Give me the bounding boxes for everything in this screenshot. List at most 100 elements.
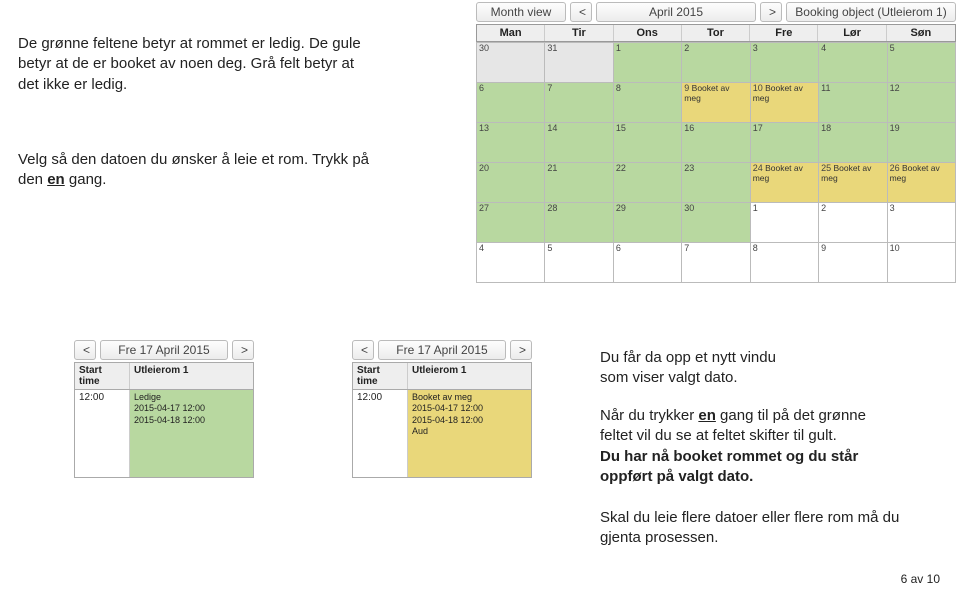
calendar-cell[interactable]: 4: [819, 43, 887, 83]
calendar-cell[interactable]: 12: [888, 83, 956, 123]
slot-booked[interactable]: Booket av meg 2015-04-17 12:00 2015-04-1…: [408, 390, 531, 477]
text: De grønne feltene betyr at rommet er led…: [18, 35, 361, 52]
instruction-2: Velg så den datoen du ønsker å leie et r…: [18, 150, 378, 191]
text: gang til på det grønne: [716, 407, 866, 424]
month-view-button[interactable]: Month view: [476, 2, 566, 22]
calendar-cell: 8: [751, 243, 819, 283]
calendar-cell[interactable]: 28: [545, 203, 613, 243]
next-button[interactable]: >: [760, 2, 782, 22]
calendar-cell[interactable]: 17: [751, 123, 819, 163]
day-number: 21: [547, 163, 557, 173]
day-number: 27: [479, 203, 489, 213]
day-number: 30: [684, 203, 694, 213]
calendar-cell: 30: [477, 43, 545, 83]
slot-start: 2015-04-17 12:00: [134, 403, 249, 414]
calendar-cell[interactable]: 15: [614, 123, 682, 163]
calendar-cell[interactable]: 5: [888, 43, 956, 83]
calendar-cell[interactable]: 18: [819, 123, 887, 163]
calendar-cell[interactable]: 26 Booket av meg: [888, 163, 956, 203]
slot-status: Booket av meg: [412, 392, 527, 403]
weekday-label: Tir: [545, 25, 613, 41]
calendar-cell[interactable]: 19: [888, 123, 956, 163]
day-columns-header: Start time Utleierom 1: [352, 362, 532, 390]
text-underline: en: [698, 407, 716, 424]
next-button[interactable]: >: [510, 340, 532, 360]
calendar-cell[interactable]: 6: [477, 83, 545, 123]
weekday-label: Fre: [750, 25, 818, 41]
day-date-label[interactable]: Fre 17 April 2015: [100, 340, 228, 360]
calendar-cell[interactable]: 14: [545, 123, 613, 163]
calendar-cell[interactable]: 13: [477, 123, 545, 163]
instruction-3: Du får da opp et nytt vindu som viser va…: [600, 348, 930, 389]
day-number: 4: [479, 243, 484, 253]
text: Du får da opp et nytt vindu: [600, 349, 776, 366]
calendar-cell: 10: [888, 243, 956, 283]
prev-button[interactable]: <: [74, 340, 96, 360]
next-button[interactable]: >: [232, 340, 254, 360]
day-number: 25: [821, 163, 831, 173]
calendar-cell[interactable]: 21: [545, 163, 613, 203]
calendar-toolbar: Month view < April 2015 > Booking object…: [476, 2, 956, 22]
day-number: 18: [821, 123, 831, 133]
calendar-grid: 3031123456789 Booket av meg10 Booket av …: [476, 42, 956, 283]
calendar-cell: 3: [888, 203, 956, 243]
calendar-cell[interactable]: 2: [682, 43, 750, 83]
slot-end: 2015-04-18 12:00: [412, 415, 527, 426]
calendar-cell[interactable]: 3: [751, 43, 819, 83]
calendar-cell[interactable]: 10 Booket av meg: [751, 83, 819, 123]
calendar-cell[interactable]: 9 Booket av meg: [682, 83, 750, 123]
day-number: 19: [890, 123, 900, 133]
prev-button[interactable]: <: [570, 2, 592, 22]
text: Når du trykker: [600, 407, 698, 424]
day-number: 30: [479, 43, 489, 53]
day-number: 1: [616, 43, 621, 53]
calendar-cell[interactable]: 29: [614, 203, 682, 243]
text: gang.: [65, 171, 107, 188]
weekday-label: Tor: [682, 25, 750, 41]
calendar-cell[interactable]: 27: [477, 203, 545, 243]
calendar-cell[interactable]: 11: [819, 83, 887, 123]
day-body: 12:00 Booket av meg 2015-04-17 12:00 201…: [352, 390, 532, 478]
calendar-cell[interactable]: 8: [614, 83, 682, 123]
slot-end: 2015-04-18 12:00: [134, 415, 249, 426]
day-number: 8: [753, 243, 758, 253]
calendar-cell[interactable]: 24 Booket av meg: [751, 163, 819, 203]
day-number: 5: [890, 43, 895, 53]
col-start-time: Start time: [75, 363, 130, 389]
slot-available[interactable]: Ledige 2015-04-17 12:00 2015-04-18 12:00: [130, 390, 253, 477]
calendar-cell[interactable]: 22: [614, 163, 682, 203]
calendar-cell[interactable]: 16: [682, 123, 750, 163]
calendar-cell[interactable]: 30: [682, 203, 750, 243]
day-number: 7: [547, 83, 552, 93]
calendar-cell[interactable]: 1: [614, 43, 682, 83]
slot-user: Aud: [412, 426, 527, 437]
col-room: Utleierom 1: [408, 363, 531, 389]
day-number: 7: [684, 243, 689, 253]
day-date-label[interactable]: Fre 17 April 2015: [378, 340, 506, 360]
calendar-cell[interactable]: 25 Booket av meg: [819, 163, 887, 203]
month-label[interactable]: April 2015: [596, 2, 756, 22]
day-number: 9: [821, 243, 826, 253]
slot-status: Ledige: [134, 392, 249, 403]
calendar-cell[interactable]: 23: [682, 163, 750, 203]
calendar-cell: 7: [682, 243, 750, 283]
calendar-cell[interactable]: 20: [477, 163, 545, 203]
weekday-label: Man: [477, 25, 545, 41]
instruction-4: Når du trykker en gang til på det grønne…: [600, 406, 930, 487]
day-number: 15: [616, 123, 626, 133]
booking-object-select[interactable]: Booking object (Utleierom 1): [786, 2, 956, 22]
day-number: 24: [753, 163, 763, 173]
calendar-cell[interactable]: 7: [545, 83, 613, 123]
time-cell: 12:00: [75, 390, 130, 477]
text: Velg så den datoen du ønsker å leie et r…: [18, 151, 369, 168]
calendar-cell: 2: [819, 203, 887, 243]
weekday-label: Søn: [887, 25, 955, 41]
day-columns-header: Start time Utleierom 1: [74, 362, 254, 390]
day-number: 6: [616, 243, 621, 253]
text-bold: oppført på valgt dato.: [600, 468, 753, 485]
day-number: 16: [684, 123, 694, 133]
page-number: 6 av 10: [901, 572, 940, 586]
weekday-label: Ons: [614, 25, 682, 41]
day-number: 10: [753, 83, 763, 93]
prev-button[interactable]: <: [352, 340, 374, 360]
